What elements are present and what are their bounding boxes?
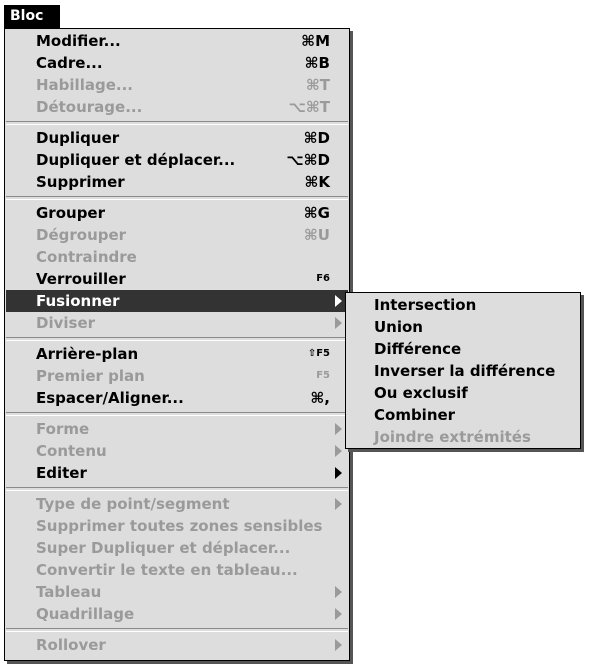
menu-item-shortcut: ⌘, <box>310 389 330 407</box>
menu-separator <box>6 412 348 416</box>
fusionner-submenu: Intersection Union Différence Inverser la d… <box>345 292 581 449</box>
menu-item-label: Convertir le texte en tableau... <box>36 561 298 579</box>
menu-item[interactable]: Détourage... ⌥⌘T <box>6 96 348 118</box>
menu-item[interactable]: Arrière-plan ⇧F5 <box>6 343 348 365</box>
menu-item-shortcut: ⌘D <box>303 129 330 147</box>
menu-item[interactable]: Supprimer ⌘K <box>6 171 348 193</box>
submenu-arrow-icon <box>335 423 342 435</box>
submenu-arrow-icon <box>335 639 342 651</box>
submenu-arrow-icon <box>335 586 342 598</box>
menu-item-shortcut: ⌘T <box>305 76 330 94</box>
submenu-arrow-icon <box>335 445 342 457</box>
menu-item-label: Modifier... <box>36 32 121 50</box>
submenu-arrow-icon <box>335 467 342 479</box>
submenu-item[interactable]: Ou exclusif <box>374 382 468 404</box>
menu-item[interactable]: Supprimer toutes zones sensibles <box>6 515 348 537</box>
submenu-arrow-icon <box>335 295 342 307</box>
menu-item-label: Arrière-plan <box>36 345 139 363</box>
menu-item-shortcut: F6 <box>316 273 330 284</box>
menu-item-shortcut: ⌘K <box>304 173 330 191</box>
menu-item-shortcut: ⌘G <box>303 204 330 222</box>
menu-item[interactable]: Contraindre <box>6 246 348 268</box>
menu-separator <box>6 337 348 341</box>
menu-item-label: Rollover <box>36 636 106 654</box>
menu-item-label: Fusionner <box>36 292 120 310</box>
menu-item-label: Supprimer <box>36 173 125 191</box>
menu-item-shortcut: ⌥⌘T <box>288 98 330 116</box>
menu-item-label: Dupliquer et déplacer... <box>36 151 236 169</box>
menu-item[interactable]: Grouper ⌘G <box>6 202 348 224</box>
menu-item[interactable]: Dupliquer ⌘D <box>6 127 348 149</box>
submenu-item[interactable]: Inverser la différence <box>374 360 555 382</box>
menu-item-label: Espacer/Aligner... <box>36 389 184 407</box>
menu-item-label: Editer <box>36 464 87 482</box>
menu-item[interactable]: Editer <box>6 462 348 484</box>
menu-item[interactable]: Diviser <box>6 312 348 334</box>
menu-item-shortcut: ⌘U <box>303 226 330 244</box>
menu-item[interactable]: Espacer/Aligner... ⌘, <box>6 387 348 409</box>
menu-item-label: Tableau <box>36 583 102 601</box>
menu-item-label: Quadrillage <box>36 605 135 623</box>
menu-item-label: Forme <box>36 420 90 438</box>
submenu-arrow-icon <box>335 317 342 329</box>
submenu-item[interactable]: Différence <box>374 338 461 360</box>
menu-item[interactable]: Super Dupliquer et déplacer... <box>6 537 348 559</box>
menu-item-label: Supprimer toutes zones sensibles <box>36 517 323 535</box>
submenu-item[interactable]: Joindre extrémités <box>374 426 531 448</box>
menu-item-label: Contenu <box>36 442 107 460</box>
menu-item-label: Grouper <box>36 204 106 222</box>
menu-item-label: Dupliquer <box>36 129 120 147</box>
menu-separator <box>6 628 348 632</box>
menu-item-shortcut: F5 <box>316 370 330 381</box>
menu-item-shortcut: ⌘B <box>304 54 330 72</box>
menu-item[interactable]: Tableau <box>6 581 348 603</box>
menu-item[interactable]: Premier plan F5 <box>6 365 348 387</box>
menu-item-label: Verrouiller <box>36 270 126 288</box>
menu-item-label: Type de point/segment <box>36 495 230 513</box>
menu-item[interactable]: Habillage... ⌘T <box>6 74 348 96</box>
menu-item[interactable]: Rollover <box>6 634 348 656</box>
menu-item-label: Premier plan <box>36 367 145 385</box>
menu-title-bloc[interactable]: Bloc <box>4 5 60 28</box>
submenu-item[interactable]: Union <box>374 316 423 338</box>
menu-item[interactable]: Quadrillage <box>6 603 348 625</box>
menu-item-shortcut: ⌘M <box>301 32 330 50</box>
menu-item-shortcut: ⇧F5 <box>307 348 330 359</box>
submenu-item[interactable]: Intersection <box>374 294 476 316</box>
menu-item[interactable]: Type de point/segment <box>6 493 348 515</box>
submenu-item[interactable]: Combiner <box>374 404 455 426</box>
menu-separator <box>6 487 348 491</box>
menu-item-shortcut: ⌥⌘D <box>286 151 330 169</box>
menu-item[interactable]: Dégrouper ⌘U <box>6 224 348 246</box>
menu-item[interactable]: Modifier... ⌘M <box>6 30 348 52</box>
menu-item[interactable]: Contenu <box>6 440 348 462</box>
menu-separator <box>6 196 348 200</box>
menu-item[interactable]: Fusionner <box>6 290 348 312</box>
menu-item[interactable]: Convertir le texte en tableau... <box>6 559 348 581</box>
menu-item-label: Dégrouper <box>36 226 127 244</box>
menu-separator <box>6 121 348 125</box>
bloc-menu: Modifier... ⌘M Cadre... ⌘B Habillage... ⌘T Dét… <box>4 28 350 661</box>
menu-item-label: Détourage... <box>36 98 143 116</box>
menu-item-label: Contraindre <box>36 248 137 266</box>
menu-item[interactable]: Dupliquer et déplacer... ⌥⌘D <box>6 149 348 171</box>
menu-item-label: Habillage... <box>36 76 133 94</box>
menu-item-label: Diviser <box>36 314 96 332</box>
submenu-arrow-icon <box>335 498 342 510</box>
menu-item-label: Super Dupliquer et déplacer... <box>36 539 291 557</box>
menu-item[interactable]: Forme <box>6 418 348 440</box>
menu-item[interactable]: Cadre... ⌘B <box>6 52 348 74</box>
menu-item[interactable]: Verrouiller F6 <box>6 268 348 290</box>
submenu-arrow-icon <box>335 608 342 620</box>
menu-item-label: Cadre... <box>36 54 103 72</box>
